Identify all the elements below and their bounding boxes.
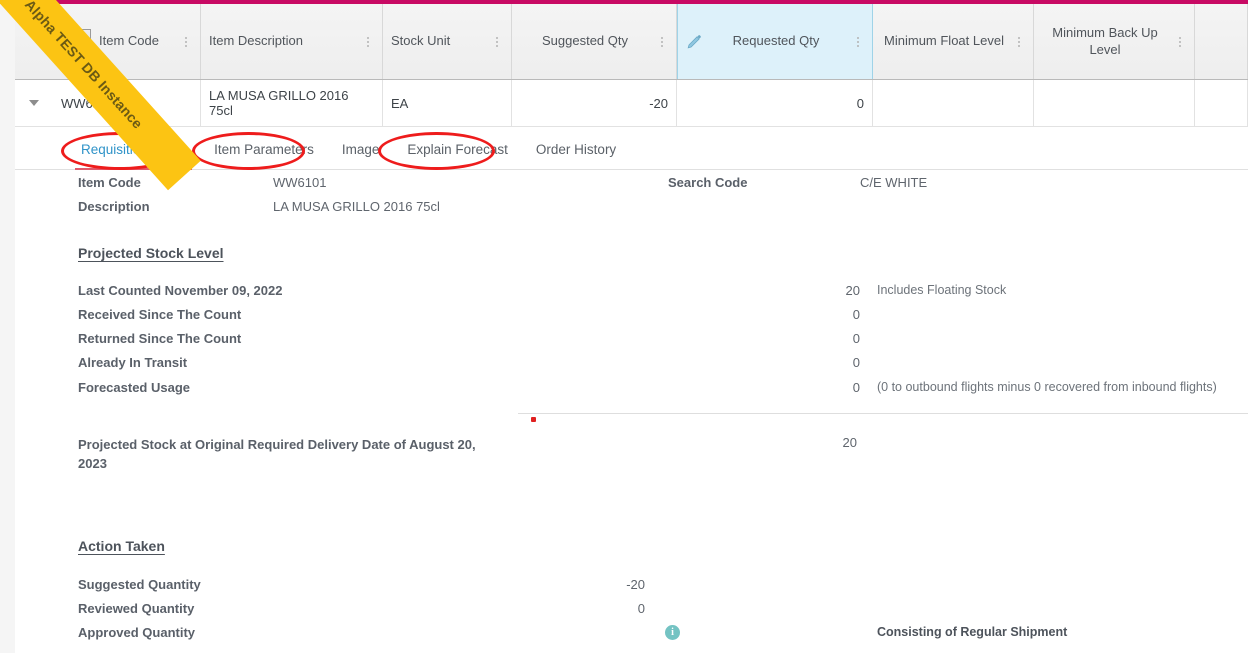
grid-header-minimum-back-up-level[interactable]: Minimum Back Up Level xyxy=(1034,4,1195,79)
psl-row-value: 20 xyxy=(845,283,860,298)
psl-row-label: Received Since The Count xyxy=(78,307,242,322)
psl-row-value: 0 xyxy=(852,307,860,322)
tab-item-parameters[interactable]: Item Parameters xyxy=(200,129,328,170)
cell-stock-unit[interactable]: EA xyxy=(383,80,512,126)
cell-minimum-float-level[interactable] xyxy=(873,80,1034,126)
application-root: Item Code Item Description Stock Unit Su… xyxy=(0,0,1248,653)
grid-header-item-code-label: Item Code xyxy=(99,33,159,49)
column-menu-icon[interactable] xyxy=(1174,36,1186,47)
column-menu-icon[interactable] xyxy=(852,36,864,47)
table-row[interactable]: WW6101 LA MUSA GRILLO 2016 75cl EA -20 0 xyxy=(15,80,1248,127)
action-taken-title: Action Taken xyxy=(78,538,165,554)
cell-overflow xyxy=(1195,80,1248,126)
grid-header-overflow-cell xyxy=(1195,4,1248,79)
column-menu-icon[interactable] xyxy=(656,36,668,47)
tab-explain-forecast[interactable]: Explain Forecast xyxy=(393,129,522,170)
grid-header-minimum-back-up-level-label: Minimum Back Up Level xyxy=(1052,25,1158,57)
column-menu-icon[interactable] xyxy=(180,36,192,47)
column-menu-icon[interactable] xyxy=(362,36,374,47)
grid-header-suggested-qty-label: Suggested Qty xyxy=(542,33,628,49)
grid-header-item-code[interactable]: Item Code xyxy=(53,4,201,79)
info-icon[interactable]: i xyxy=(665,625,680,640)
search-code-label: Search Code xyxy=(668,175,748,190)
grid-header-minimum-float-level-label: Minimum Float Level xyxy=(884,33,1004,49)
cell-requested-qty[interactable]: 0 xyxy=(677,80,873,126)
grid-header-item-description[interactable]: Item Description xyxy=(201,4,383,79)
cell-minimum-back-up-level[interactable] xyxy=(1034,80,1195,126)
tab-order-history[interactable]: Order History xyxy=(522,129,630,170)
section-divider xyxy=(518,413,1248,414)
psl-row-value: 0 xyxy=(852,355,860,370)
projected-stock-total-label: Projected Stock at Original Required Del… xyxy=(78,437,476,471)
cell-item-description[interactable]: LA MUSA GRILLO 2016 75cl xyxy=(201,80,383,126)
action-row-label: Suggested Quantity xyxy=(78,577,201,592)
cell-item-code[interactable]: WW6101 xyxy=(53,80,201,126)
column-menu-icon[interactable] xyxy=(491,36,503,47)
psl-row-note: (0 to outbound flights minus 0 recovered… xyxy=(877,380,1217,394)
description-value: LA MUSA GRILLO 2016 75cl xyxy=(273,199,440,214)
tab-image[interactable]: Image xyxy=(328,129,394,170)
action-row-value: -20 xyxy=(626,577,645,592)
tab-requisition-detail[interactable]: Requisition Detail xyxy=(67,129,200,170)
left-gutter xyxy=(0,0,16,653)
action-row-value: 0 xyxy=(637,601,645,616)
pencil-icon xyxy=(686,34,702,50)
grid-header-suggested-qty[interactable]: Suggested Qty xyxy=(512,4,677,79)
grid-header-stock-unit-label: Stock Unit xyxy=(391,33,451,49)
psl-row-label: Last Counted November 09, 2022 xyxy=(78,283,283,298)
grid-header-requested-qty-label: Requested Qty xyxy=(732,33,820,49)
description-label: Description xyxy=(78,199,150,214)
red-dot-marker xyxy=(531,417,536,422)
psl-row-label: Returned Since The Count xyxy=(78,331,242,346)
projected-stock-total-value: 20 xyxy=(842,435,857,450)
grid-header-stock-unit[interactable]: Stock Unit xyxy=(383,4,512,79)
item-code-value: WW6101 xyxy=(273,175,327,190)
psl-row-label: Already In Transit xyxy=(78,355,188,370)
grid-header-item-description-label: Item Description xyxy=(209,33,303,49)
horizontal-resize-icon[interactable] xyxy=(61,28,91,55)
chevron-down-icon xyxy=(29,100,39,106)
requisition-detail-panel: Item Code WW6101 Search Code C/E WHITE D… xyxy=(15,170,1248,653)
psl-row-label: Forecasted Usage xyxy=(78,380,190,395)
grid-header-row: Item Code Item Description Stock Unit Su… xyxy=(15,4,1248,80)
action-row-label: Approved Quantity xyxy=(78,625,196,640)
action-row-label: Reviewed Quantity xyxy=(78,601,195,616)
detail-tab-strip: Requisition Detail Item Parameters Image… xyxy=(15,129,1248,170)
row-expander-toggle[interactable] xyxy=(15,80,53,126)
column-menu-icon[interactable] xyxy=(1013,36,1025,47)
search-code-value: C/E WHITE xyxy=(860,175,928,190)
psl-row-note: Includes Floating Stock xyxy=(877,283,1007,297)
requisition-grid: Item Code Item Description Stock Unit Su… xyxy=(15,4,1248,129)
item-code-label: Item Code xyxy=(78,175,141,190)
action-row-note: Consisting of Regular Shipment xyxy=(877,625,1068,639)
cell-suggested-qty[interactable]: -20 xyxy=(512,80,677,126)
projected-stock-level-title: Projected Stock Level xyxy=(78,245,224,261)
grid-header-expander-cell xyxy=(15,4,53,79)
psl-row-value: 0 xyxy=(852,331,860,346)
grid-header-minimum-float-level[interactable]: Minimum Float Level xyxy=(873,4,1034,79)
grid-header-requested-qty[interactable]: Requested Qty xyxy=(677,4,873,79)
psl-row-value: 0 xyxy=(852,380,860,395)
